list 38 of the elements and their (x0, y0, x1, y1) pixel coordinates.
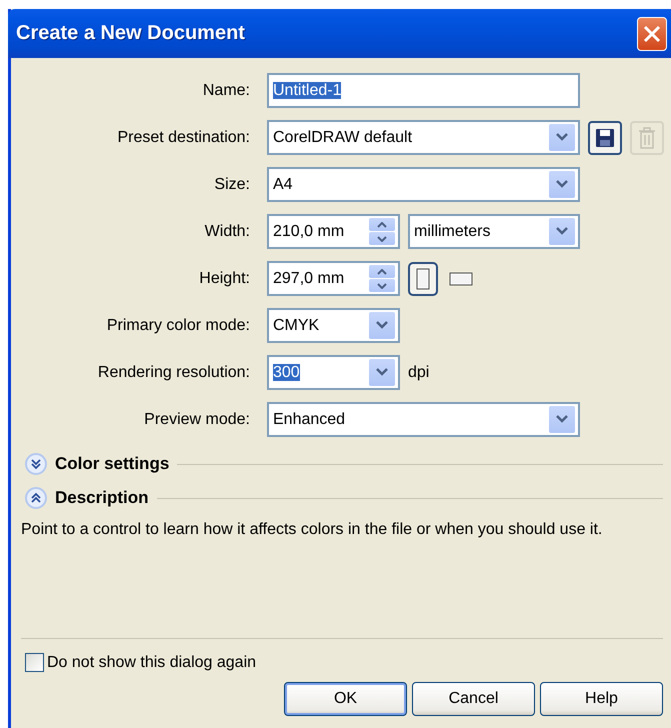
dropdown-field[interactable]: CorelDRAW default (267, 120, 580, 155)
dropdown-field[interactable]: CMYK (267, 308, 400, 343)
spin-arrows-icon[interactable] (369, 218, 395, 245)
field-label: Name: (202, 82, 250, 100)
description-text: Point to a control to learn how it affects colors in the file or when you should use it. (21, 520, 604, 540)
field-label: Primary color mode: (106, 316, 250, 334)
expand-chevron-icon (25, 453, 47, 475)
close-icon (642, 24, 662, 44)
field-label: Height: (198, 270, 250, 288)
spin-arrows-icon[interactable] (369, 265, 395, 292)
checkbox[interactable] (25, 653, 44, 672)
close-button[interactable] (637, 16, 667, 50)
dropdown-field[interactable]: A4 (267, 167, 580, 202)
portrait-button[interactable] (408, 262, 438, 296)
spin-field[interactable]: 297,0 mm (267, 261, 400, 296)
section-toggle[interactable]: Description (25, 487, 149, 509)
dialog-button[interactable]: OK (284, 682, 407, 716)
field-label: Preset destination: (116, 128, 250, 146)
field-label: Preview mode: (143, 410, 250, 428)
dropdown-field[interactable]: Enhanced (267, 402, 580, 437)
field-label: Size: (213, 176, 250, 194)
unit-label: dpi (408, 364, 430, 382)
field-label: Rendering resolution: (96, 364, 250, 382)
landscape-page-icon (449, 272, 473, 286)
dialog-button[interactable]: Cancel (412, 682, 535, 716)
dropdown-field[interactable]: 300 (267, 355, 400, 390)
collapse-chevron-icon (25, 487, 47, 509)
trash-icon (638, 126, 656, 148)
spin-field[interactable]: 210,0 mm (267, 214, 400, 249)
portrait-page-icon (416, 268, 430, 290)
section-toggle[interactable]: Color settings (25, 453, 170, 475)
name-input-field[interactable]: Untitled-1 (267, 73, 580, 108)
dialog-button[interactable]: Help (540, 682, 663, 716)
window-title: Create a New Document (16, 22, 245, 45)
checkbox-label: Do not show this dialog again (47, 654, 256, 672)
field-label: Width: (204, 222, 250, 240)
units-dropdown-field[interactable]: millimeters (408, 214, 580, 249)
save-preset-button[interactable] (588, 120, 622, 154)
